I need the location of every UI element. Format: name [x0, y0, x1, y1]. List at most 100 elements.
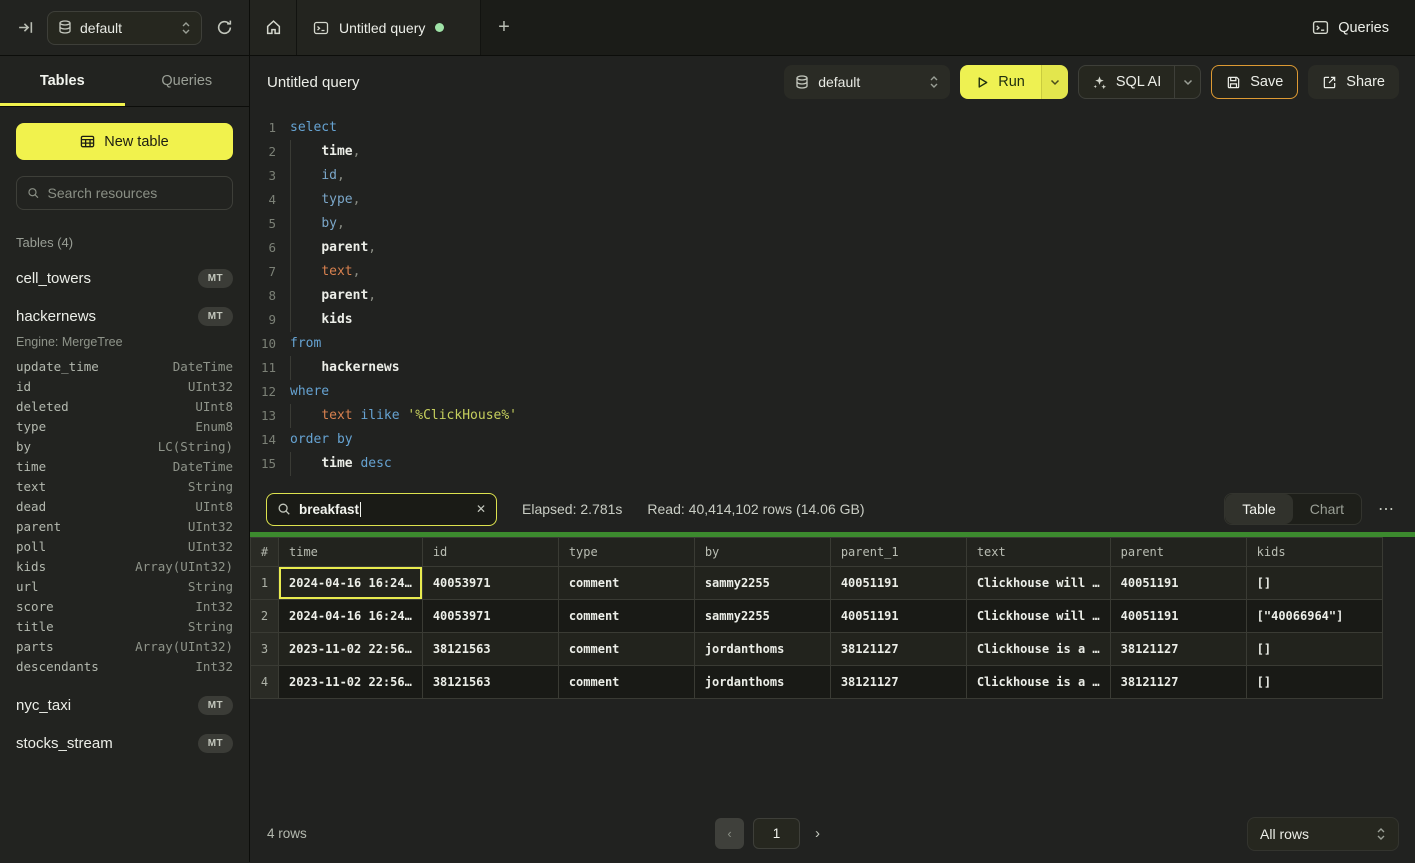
- table-cell[interactable]: comment: [558, 666, 694, 699]
- column-header[interactable]: time: [279, 538, 423, 567]
- table-cell[interactable]: 40053971: [422, 567, 558, 600]
- sidebar-search[interactable]: [16, 176, 233, 210]
- run-options-button[interactable]: [1041, 65, 1068, 99]
- sql-token: [290, 408, 321, 423]
- new-tab-button[interactable]: +: [481, 0, 527, 55]
- view-toggle-table[interactable]: Table: [1225, 494, 1292, 524]
- column-header[interactable]: id: [422, 538, 558, 567]
- results-search-value[interactable]: breakfast: [299, 502, 359, 517]
- sidebar-tab-tables[interactable]: Tables: [0, 56, 125, 106]
- table-cell[interactable]: Clickhouse will …: [966, 600, 1110, 633]
- table-cell[interactable]: []: [1246, 567, 1382, 600]
- column-header[interactable]: parent: [1110, 538, 1246, 567]
- table-cell[interactable]: Clickhouse is a …: [966, 666, 1110, 699]
- sql-token: desc: [360, 456, 391, 471]
- save-button[interactable]: Save: [1211, 65, 1298, 99]
- column-header[interactable]: #: [251, 538, 279, 567]
- topbar-left: default: [0, 0, 250, 55]
- table-cell[interactable]: sammy2255: [694, 600, 830, 633]
- home-button[interactable]: [250, 0, 297, 55]
- column-header[interactable]: by: [694, 538, 830, 567]
- table-cell[interactable]: jordanthoms: [694, 666, 830, 699]
- sql-editor[interactable]: 1select2 time,3 id,4 type,5 by,6 parent,…: [250, 108, 1415, 486]
- table-cell[interactable]: []: [1246, 633, 1382, 666]
- table-cell[interactable]: sammy2255: [694, 567, 830, 600]
- run-button[interactable]: Run: [960, 65, 1041, 99]
- column-type: String: [188, 477, 233, 497]
- database-selector[interactable]: default: [47, 11, 202, 45]
- table-cell[interactable]: 38121563: [422, 666, 558, 699]
- column-name: time: [16, 457, 46, 477]
- table-cell[interactable]: Clickhouse will …: [966, 567, 1110, 600]
- column-header[interactable]: parent_1: [830, 538, 966, 567]
- sidebar-search-input[interactable]: [48, 185, 222, 201]
- column-type: Int32: [195, 657, 233, 677]
- table-cell[interactable]: 38121127: [830, 633, 966, 666]
- table-cell[interactable]: 40051191: [830, 567, 966, 600]
- table-cell[interactable]: Clickhouse is a …: [966, 633, 1110, 666]
- table-cell[interactable]: 40051191: [830, 600, 966, 633]
- column-type: Enum8: [195, 417, 233, 437]
- table-cell[interactable]: 40051191: [1110, 567, 1246, 600]
- clear-search-icon[interactable]: ✕: [476, 502, 486, 516]
- share-button[interactable]: Share: [1308, 65, 1399, 99]
- line-number: 13: [250, 404, 290, 428]
- refresh-icon[interactable]: [211, 15, 237, 41]
- table-cell[interactable]: 2023-11-02 22:56…: [279, 666, 423, 699]
- editor-code: text ilike '%ClickHouse%': [290, 404, 517, 428]
- table-cell[interactable]: 38121127: [830, 666, 966, 699]
- sidebar-table-item[interactable]: stocks_streamMT: [16, 734, 233, 753]
- table-cell[interactable]: ["40066964"]: [1246, 600, 1382, 633]
- editor-code: time,: [290, 140, 360, 164]
- view-toggle: Table Chart: [1224, 493, 1362, 525]
- column-header[interactable]: text: [966, 538, 1110, 567]
- table-column-row: titleString: [16, 617, 233, 637]
- table-cell[interactable]: comment: [558, 600, 694, 633]
- unsaved-dot-icon: [435, 23, 444, 32]
- table-cell[interactable]: 38121563: [422, 633, 558, 666]
- current-page-button[interactable]: 1: [753, 818, 800, 849]
- sidebar-tab-queries[interactable]: Queries: [125, 56, 250, 106]
- sidebar-table-item[interactable]: hackernewsMT: [16, 307, 233, 326]
- column-header[interactable]: kids: [1246, 538, 1382, 567]
- sql-token: ilike: [360, 408, 399, 423]
- table-cell[interactable]: comment: [558, 567, 694, 600]
- table-cell[interactable]: 38121127: [1110, 666, 1246, 699]
- toolbar-database-selector[interactable]: default: [784, 65, 950, 99]
- column-name: update_time: [16, 357, 99, 377]
- more-options-icon[interactable]: ⋯: [1374, 499, 1399, 519]
- column-type: LC(String): [158, 437, 233, 457]
- table-cell[interactable]: 2024-04-16 16:24…: [279, 600, 423, 633]
- sql-token: order by: [290, 432, 353, 447]
- table-cell[interactable]: 40053971: [422, 600, 558, 633]
- collapse-sidebar-icon[interactable]: [12, 15, 38, 41]
- table-cell[interactable]: 2023-11-02 22:56…: [279, 633, 423, 666]
- sidebar-table-item[interactable]: nyc_taxiMT: [16, 696, 233, 715]
- new-table-button[interactable]: New table: [16, 123, 233, 160]
- tab-untitled-query[interactable]: Untitled query: [297, 0, 481, 55]
- column-name: parts: [16, 637, 54, 657]
- editor-code: parent,: [290, 236, 376, 260]
- table-cell[interactable]: 38121127: [1110, 633, 1246, 666]
- run-label: Run: [998, 74, 1025, 90]
- table-cell[interactable]: []: [1246, 666, 1382, 699]
- next-page-button[interactable]: ›: [809, 825, 826, 842]
- page-size-selector[interactable]: All rows: [1247, 817, 1399, 851]
- sql-ai-options-button[interactable]: [1174, 66, 1200, 98]
- table-cell[interactable]: 40051191: [1110, 600, 1246, 633]
- sql-ai-button[interactable]: SQL AI: [1079, 66, 1174, 98]
- home-icon: [265, 19, 282, 36]
- editor-code: id,: [290, 164, 345, 188]
- view-toggle-chart[interactable]: Chart: [1293, 494, 1361, 524]
- table-column-row: deadUInt8: [16, 497, 233, 517]
- row-number: 4: [251, 666, 279, 699]
- table-cell[interactable]: jordanthoms: [694, 633, 830, 666]
- results-search[interactable]: breakfast ✕: [266, 493, 497, 526]
- sidebar-table-item[interactable]: cell_towersMT: [16, 269, 233, 288]
- column-header[interactable]: type: [558, 538, 694, 567]
- queries-button[interactable]: Queries: [1286, 0, 1415, 55]
- table-cell[interactable]: comment: [558, 633, 694, 666]
- sql-token: [290, 144, 321, 159]
- prev-page-button[interactable]: ‹: [715, 818, 744, 849]
- table-cell[interactable]: 2024-04-16 16:24…: [279, 567, 423, 600]
